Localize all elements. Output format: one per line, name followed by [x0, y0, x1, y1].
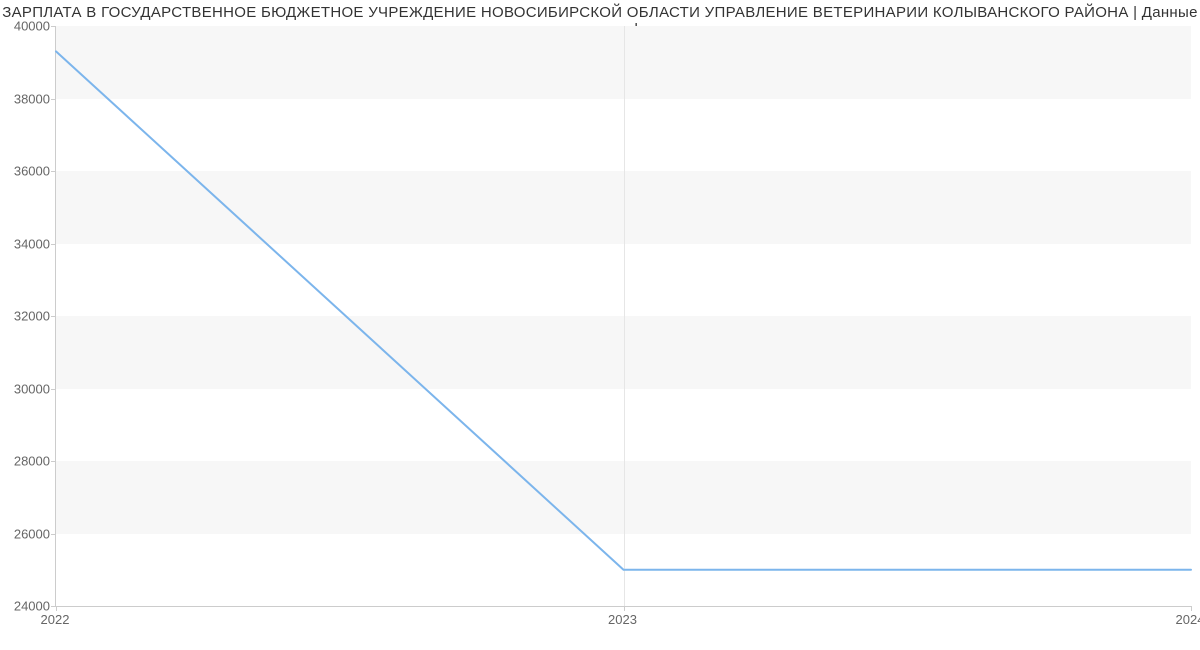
y-tick-label: 36000 [10, 164, 50, 179]
y-tickmark [51, 244, 56, 245]
y-tick-label: 40000 [10, 19, 50, 34]
x-tick-label: 2024 [1176, 612, 1200, 627]
y-tickmark [51, 316, 56, 317]
x-tick-label: 2023 [608, 612, 637, 627]
y-tick-label: 32000 [10, 309, 50, 324]
x-tickmark [624, 606, 625, 611]
y-tick-label: 26000 [10, 526, 50, 541]
y-tickmark [51, 534, 56, 535]
y-tick-label: 30000 [10, 381, 50, 396]
y-tickmark [51, 389, 56, 390]
y-tickmark [51, 26, 56, 27]
plot-area [55, 26, 1191, 607]
y-tick-label: 34000 [10, 236, 50, 251]
chart-container: ЗАРПЛАТА В ГОСУДАРСТВЕННОЕ БЮДЖЕТНОЕ УЧР… [0, 0, 1200, 650]
y-tickmark [51, 461, 56, 462]
y-tick-label: 38000 [10, 91, 50, 106]
line-layer [56, 26, 1191, 606]
x-tickmark [1191, 606, 1192, 611]
x-tickmark [56, 606, 57, 611]
y-tickmark [51, 171, 56, 172]
series-line [56, 51, 1191, 569]
y-tick-label: 28000 [10, 454, 50, 469]
y-tickmark [51, 99, 56, 100]
x-tick-label: 2022 [41, 612, 70, 627]
